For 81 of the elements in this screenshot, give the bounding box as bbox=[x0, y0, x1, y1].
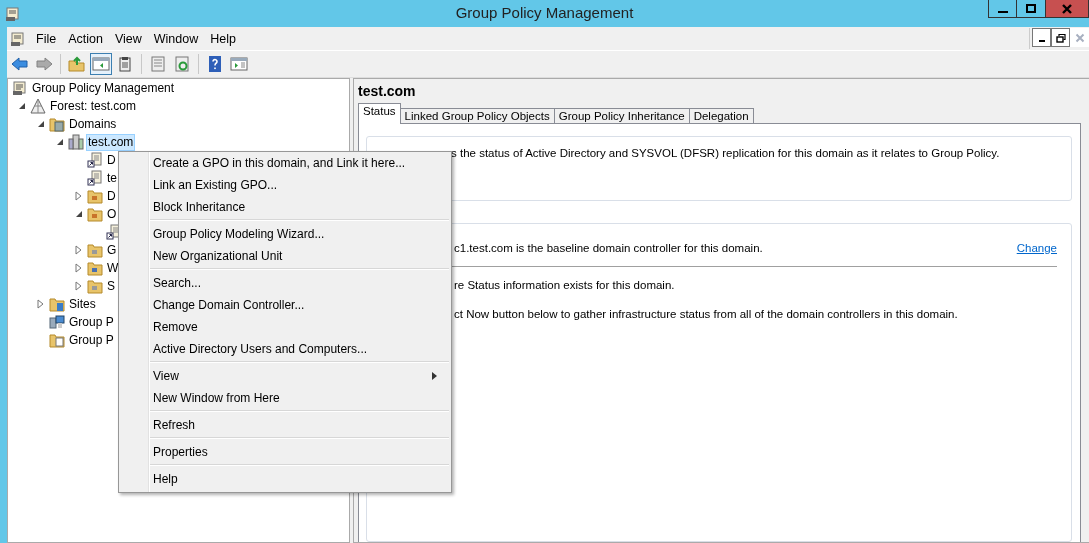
menu-item[interactable]: Properties bbox=[119, 441, 451, 463]
restore-icon bbox=[1055, 32, 1066, 43]
server-icon bbox=[68, 134, 84, 150]
menu-item[interactable]: Window bbox=[147, 31, 205, 46]
minimize-button[interactable] bbox=[988, 0, 1017, 18]
menu-item[interactable]: Active Directory Users and Computers... bbox=[119, 338, 451, 360]
tree-item[interactable]: D bbox=[105, 187, 118, 205]
minimize-icon bbox=[1038, 39, 1045, 42]
menu-item[interactable]: New Window from Here bbox=[119, 387, 451, 409]
expand-icon[interactable] bbox=[74, 281, 84, 291]
menu-item[interactable]: Group Policy Modeling Wizard... bbox=[119, 223, 451, 245]
maximize-icon bbox=[1025, 2, 1037, 15]
change-link[interactable]: Change bbox=[1016, 242, 1057, 254]
document-link-icon bbox=[87, 170, 103, 186]
menu-item[interactable]: Create a GPO in this domain, and Link it here... bbox=[119, 152, 451, 174]
menu-item[interactable]: Help bbox=[119, 468, 451, 490]
menu-item[interactable]: Change Domain Controller... bbox=[119, 294, 451, 316]
close-icon bbox=[1061, 2, 1073, 15]
folder-document-icon bbox=[49, 332, 65, 348]
menu-item[interactable]: View bbox=[119, 365, 451, 387]
folder-server-icon bbox=[49, 116, 65, 132]
tree-item[interactable]: Group Policy Management bbox=[30, 79, 177, 97]
tree-item[interactable]: O bbox=[105, 205, 119, 223]
scroll-icon bbox=[12, 80, 28, 96]
status-message: re Status information exists for this domain. bbox=[454, 279, 676, 291]
tree-toggle-button[interactable] bbox=[90, 53, 112, 75]
tree-item[interactable]: G bbox=[105, 241, 119, 259]
minimize-button[interactable] bbox=[1032, 28, 1051, 47]
baseline-text: c1.test.com is the baseline domain controller for this domain. bbox=[454, 242, 763, 254]
tree-item[interactable]: te bbox=[105, 169, 119, 187]
tree-item[interactable]: W bbox=[105, 259, 121, 277]
menu-item[interactable]: Block Inheritance bbox=[119, 196, 451, 218]
tab[interactable]: Group Policy Inheritance bbox=[553, 108, 690, 123]
tree-item[interactable]: Forest: test.com bbox=[48, 97, 139, 115]
tree-item[interactable]: Sites bbox=[67, 295, 98, 313]
pane-title: test.com bbox=[358, 83, 417, 101]
expand-icon[interactable] bbox=[74, 263, 84, 273]
collapse-icon[interactable] bbox=[55, 137, 65, 147]
folder-icon bbox=[87, 260, 103, 276]
document-link-icon bbox=[87, 152, 103, 168]
close-icon bbox=[1074, 32, 1085, 43]
tree-item[interactable]: Domains bbox=[67, 115, 119, 133]
status-description: s the status of Active Directory and SYSVOL (DFSR) replication for this domain as it relates to Group Policy. bbox=[451, 147, 1000, 159]
restore-button[interactable] bbox=[1051, 28, 1070, 47]
menu-item[interactable]: Search... bbox=[119, 272, 451, 294]
tree-item[interactable]: Group P bbox=[67, 331, 116, 349]
console-icon[interactable] bbox=[10, 30, 26, 47]
menu-item[interactable]: Link an Existing GPO... bbox=[119, 174, 451, 196]
menu-item[interactable]: File bbox=[30, 31, 63, 46]
collapse-icon[interactable] bbox=[17, 101, 27, 111]
computer-icon bbox=[49, 314, 65, 330]
window-title: Group Policy Management bbox=[455, 4, 634, 21]
folder-icon bbox=[87, 242, 103, 258]
folder-icon bbox=[87, 188, 103, 204]
tab[interactable]: Delegation bbox=[688, 108, 754, 123]
app-icon bbox=[5, 5, 21, 22]
maximize-button[interactable] bbox=[1017, 0, 1046, 18]
tab[interactable]: Linked Group Policy Objects bbox=[399, 108, 555, 123]
menu-item[interactable]: New Organizational Unit bbox=[119, 245, 451, 267]
menu-item[interactable]: View bbox=[108, 31, 148, 46]
tree-item[interactable]: Group P bbox=[67, 313, 116, 331]
tree-item[interactable]: S bbox=[105, 277, 117, 295]
menu-item[interactable]: Refresh bbox=[119, 414, 451, 436]
tab[interactable]: Status bbox=[358, 103, 401, 124]
close-button[interactable] bbox=[1046, 0, 1089, 18]
tree-item[interactable]: D bbox=[105, 151, 118, 169]
collapse-icon[interactable] bbox=[74, 209, 84, 219]
expand-icon[interactable] bbox=[74, 191, 84, 201]
folder-icon bbox=[87, 278, 103, 294]
expand-icon[interactable] bbox=[36, 299, 46, 309]
status-message: ct Now button below to gather infrastructure status from all of the domain controllers in this domain. bbox=[454, 308, 959, 320]
expand-icon[interactable] bbox=[74, 245, 84, 255]
triangle-icon bbox=[30, 98, 46, 114]
folder-icon bbox=[87, 206, 103, 222]
menu-item[interactable]: Remove bbox=[119, 316, 451, 338]
tree-item[interactable]: test.com bbox=[86, 133, 136, 151]
menu-item[interactable]: Action bbox=[62, 31, 109, 46]
menu-item[interactable]: Help bbox=[204, 31, 242, 46]
minimize-icon bbox=[997, 10, 1008, 13]
folder-icon bbox=[49, 296, 65, 312]
collapse-icon[interactable] bbox=[36, 119, 46, 129]
